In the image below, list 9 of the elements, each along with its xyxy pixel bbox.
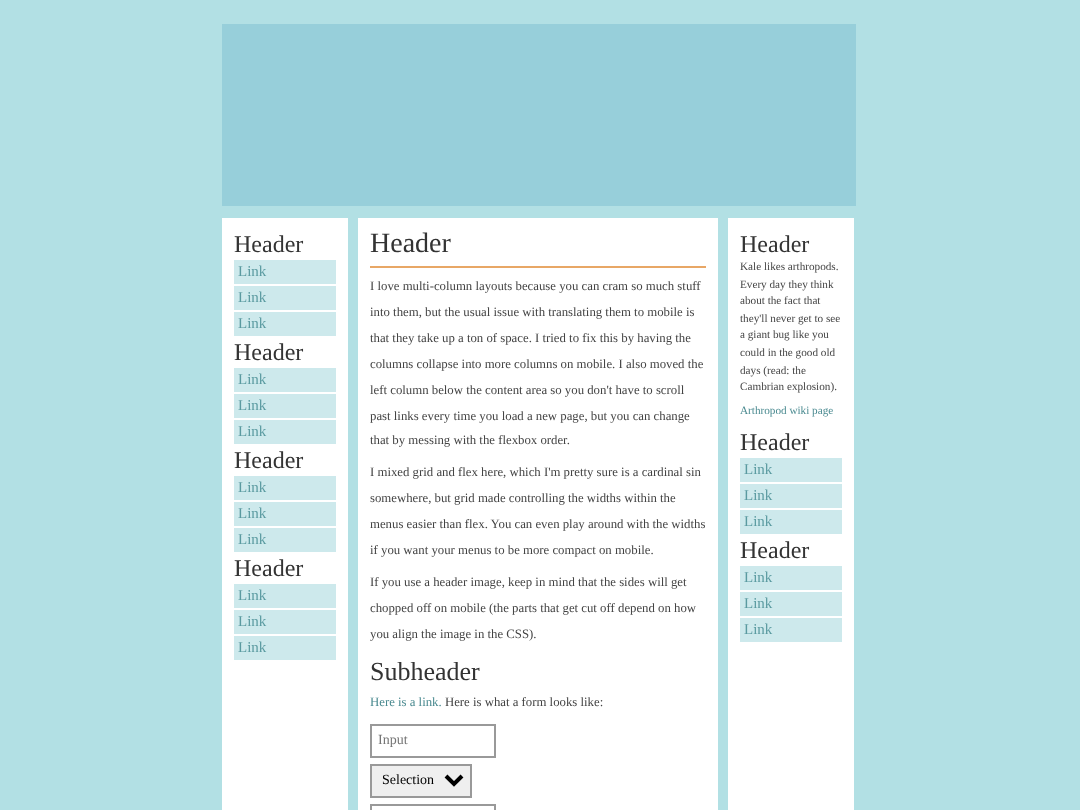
section-header: Header: [740, 428, 812, 457]
subheader: Subheader: [370, 655, 482, 686]
section-header: Header: [234, 230, 306, 258]
section-header: Header: [740, 230, 812, 258]
section-header: Header: [740, 536, 812, 565]
content-header: Header: [370, 230, 706, 268]
section-header: Header: [234, 446, 306, 474]
section-header: Header: [234, 338, 306, 366]
section-header: Header: [234, 554, 306, 582]
